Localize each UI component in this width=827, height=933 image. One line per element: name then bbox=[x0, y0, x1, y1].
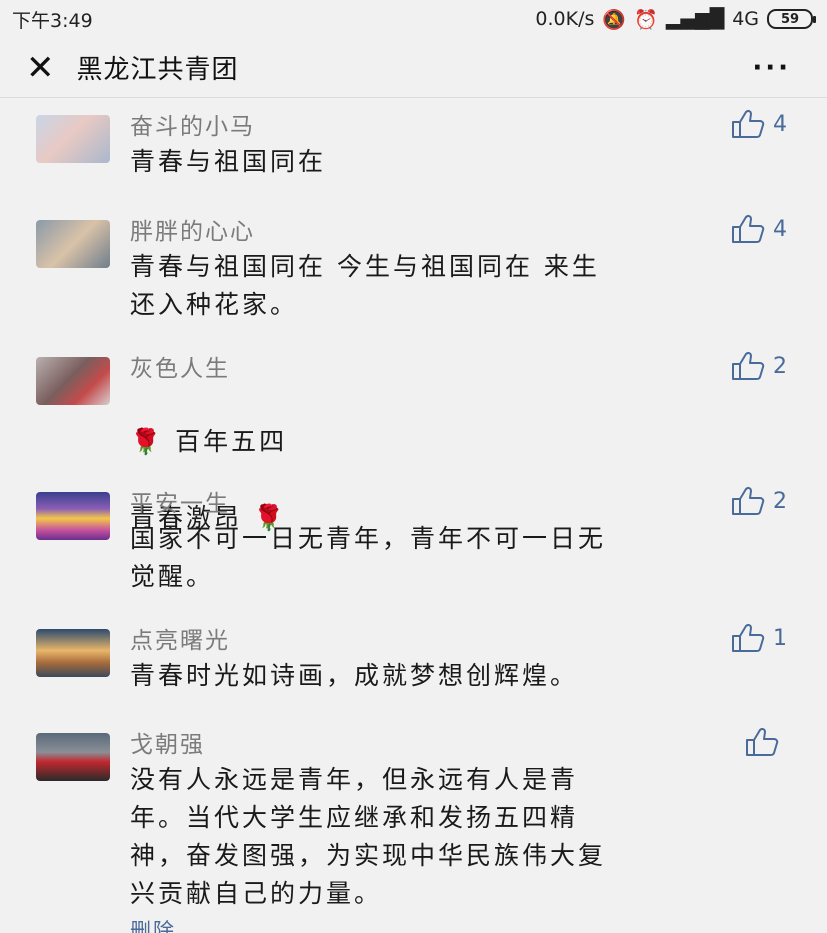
avatar[interactable] bbox=[36, 629, 110, 677]
comment-text-line: 百年五四 bbox=[175, 427, 288, 456]
like-button[interactable] bbox=[745, 727, 787, 757]
comment-list: 奋斗的小马 青春与祖国同在 4 胖胖的心心 青春与祖国同在 今生与祖国同在 来生… bbox=[0, 99, 827, 933]
thumbs-up-icon bbox=[732, 214, 765, 243]
like-button[interactable]: 2 bbox=[731, 486, 787, 516]
avatar[interactable] bbox=[36, 492, 110, 540]
commenter-name[interactable]: 奋斗的小马 bbox=[130, 111, 770, 143]
close-icon[interactable]: ✕ bbox=[26, 51, 55, 85]
nav-bar: ✕ 黑龙江共青团 ··· bbox=[0, 38, 827, 98]
comment-item: 灰色人生 🌹 百年五四 青春激昂 🌹 2 bbox=[0, 341, 827, 532]
like-count: 2 bbox=[773, 353, 787, 379]
comment-text: 青春与祖国同在 今生与祖国同在 来生 还入种花家。 bbox=[130, 252, 600, 319]
rose-icon: 🌹 bbox=[130, 427, 165, 456]
thumbs-up-icon bbox=[732, 486, 765, 515]
commenter-name[interactable]: 胖胖的心心 bbox=[130, 216, 770, 248]
signal-icon: ▂▄▆█ bbox=[665, 8, 725, 30]
avatar[interactable] bbox=[36, 357, 110, 405]
thumbs-up-icon bbox=[732, 623, 765, 652]
comment-item: 平安一生 国家不可一日无青年，青年不可一日无 觉醒。 2 bbox=[0, 476, 827, 613]
page-title: 黑龙江共青团 bbox=[76, 55, 239, 85]
commenter-name[interactable]: 平安一生 bbox=[130, 488, 770, 520]
more-options-icon[interactable]: ··· bbox=[752, 53, 791, 83]
like-button[interactable]: 4 bbox=[731, 109, 787, 139]
thumbs-up-icon bbox=[732, 351, 765, 380]
avatar[interactable] bbox=[36, 220, 110, 268]
battery-icon: 59 bbox=[767, 9, 816, 29]
like-count: 4 bbox=[773, 216, 787, 242]
comment-item: 奋斗的小马 青春与祖国同在 4 bbox=[0, 99, 827, 204]
thumbs-up-icon bbox=[732, 109, 765, 138]
status-bar: 下午3:49 0.0K/s 🔕 ⏰ ▂▄▆█ 4G 59 bbox=[0, 0, 827, 38]
comment-item: 点亮曙光 青春时光如诗画，成就梦想创辉煌。 1 bbox=[0, 613, 827, 717]
like-button[interactable]: 4 bbox=[731, 214, 787, 244]
comment-text: 青春时光如诗画，成就梦想创辉煌。 bbox=[130, 661, 579, 690]
avatar[interactable] bbox=[36, 115, 110, 163]
delete-link[interactable]: 删除 bbox=[130, 915, 176, 933]
like-count: 4 bbox=[773, 111, 787, 137]
commenter-name[interactable]: 灰色人生 bbox=[130, 353, 770, 385]
comment-item: 戈朝强 没有人永远是青年，但永远有人是青 年。当代大学生应继承和发扬五四精 神，… bbox=[0, 717, 827, 933]
avatar[interactable] bbox=[36, 733, 110, 781]
network-speed: 0.0K/s bbox=[535, 8, 595, 30]
comment-item: 胖胖的心心 青春与祖国同在 今生与祖国同在 来生 还入种花家。 4 bbox=[0, 204, 827, 341]
network-type: 4G bbox=[732, 8, 759, 30]
like-button[interactable]: 2 bbox=[731, 351, 787, 381]
comment-text: 没有人永远是青年，但永远有人是青 年。当代大学生应继承和发扬五四精 神，奋发图强… bbox=[130, 765, 607, 908]
status-indicators: 0.0K/s 🔕 ⏰ ▂▄▆█ 4G 59 bbox=[535, 8, 816, 31]
mute-icon: 🔕 bbox=[602, 8, 627, 31]
alarm-icon: ⏰ bbox=[634, 8, 658, 31]
thumbs-up-icon bbox=[746, 727, 779, 756]
like-count: 1 bbox=[773, 625, 787, 651]
commenter-name[interactable]: 戈朝强 bbox=[130, 729, 770, 761]
like-count: 2 bbox=[773, 488, 787, 514]
commenter-name[interactable]: 点亮曙光 bbox=[130, 625, 770, 657]
status-time: 下午3:49 bbox=[12, 9, 93, 32]
comment-text: 青春与祖国同在 bbox=[130, 147, 327, 176]
like-button[interactable]: 1 bbox=[731, 623, 787, 653]
comment-text: 国家不可一日无青年，青年不可一日无 觉醒。 bbox=[130, 524, 607, 591]
